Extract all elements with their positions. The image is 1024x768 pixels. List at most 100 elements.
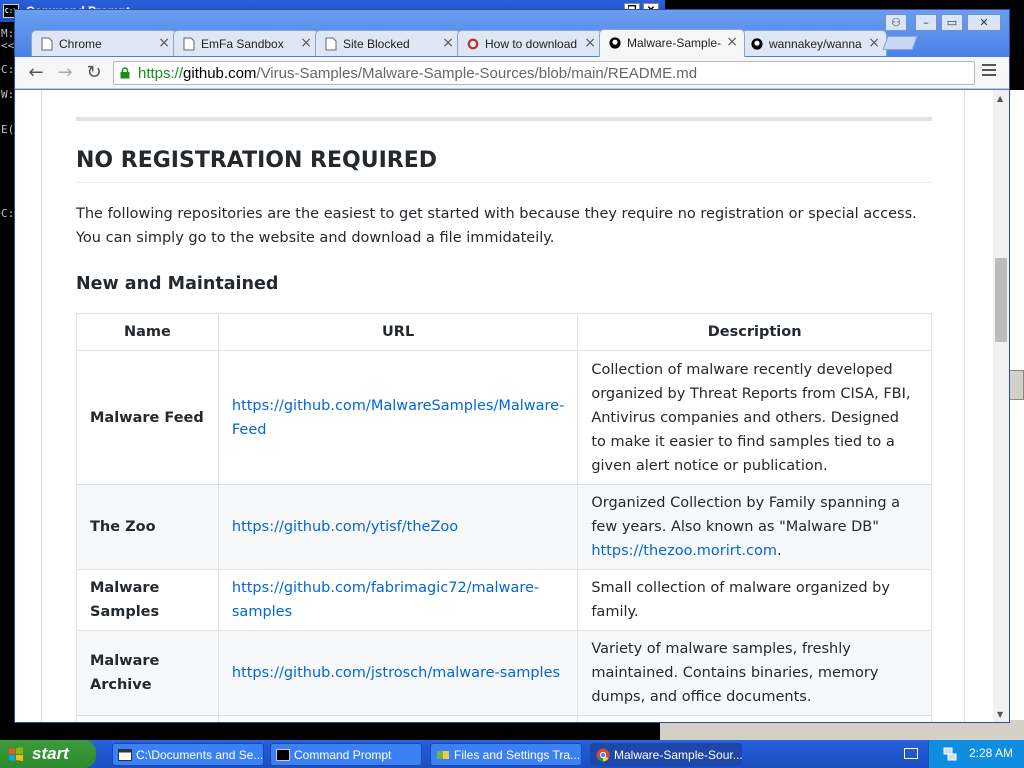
cmd-icon: [276, 749, 290, 761]
repo-url-cell: https://github.com/jstrosch/malware-samp…: [217, 630, 579, 716]
repo-link[interactable]: https://github.com/jstrosch/malware-samp…: [232, 665, 560, 681]
scrollbar-thumb[interactable]: [995, 258, 1007, 342]
windows-flag-icon: [9, 747, 23, 761]
tab-emfa-sandbox[interactable]: EmFa Sandbox ×: [173, 30, 319, 56]
background-window: [1008, 90, 1024, 740]
close-tab-icon[interactable]: ×: [584, 35, 596, 51]
lock-icon: [120, 67, 130, 79]
keyboard-icon[interactable]: [904, 748, 918, 759]
taskbar-item-cmd[interactable]: Command Prompt: [270, 743, 422, 766]
toolbar: ← → ↻ https://github.com/Virus-Samples/M…: [15, 57, 1009, 89]
tab-site-blocked[interactable]: Site Blocked ×: [315, 30, 461, 56]
repo-description: Variety of malware samples, freshly main…: [577, 630, 932, 716]
github-icon: [609, 37, 621, 49]
background-window-scroll: [1008, 370, 1024, 400]
taskbar-item-label: C:\Documents and Se...: [136, 748, 264, 762]
start-button[interactable]: start: [0, 740, 96, 768]
subheading: New and Maintained: [76, 274, 279, 294]
clock: 2:28 AM: [969, 746, 1014, 760]
chrome-icon: [596, 748, 610, 762]
column-header: Description: [577, 313, 932, 351]
table-cell: [577, 715, 932, 722]
scroll-down-icon[interactable]: ▼: [997, 710, 1003, 719]
browser-window: ⚇ – ▭ ✕ Chrome × EmFa Sandbox × Site Blo…: [14, 9, 1010, 723]
tab-how-to-download[interactable]: How to download ×: [457, 30, 603, 56]
description-suffix: .: [777, 543, 782, 559]
table-row: The Zoo https://github.com/ytisf/theZoo …: [76, 484, 932, 570]
page-icon: [325, 37, 337, 51]
reload-icon[interactable]: ↻: [83, 62, 105, 84]
tab-strip: ⚇ – ▭ ✕ Chrome × EmFa Sandbox × Site Blo…: [15, 10, 1009, 58]
tab-label: How to download: [485, 37, 578, 51]
page-icon: [41, 37, 53, 51]
background-window-scrollbar: [660, 720, 1024, 740]
taskbar-item-label: Command Prompt: [294, 748, 392, 762]
scroll-up-icon[interactable]: ▲: [997, 94, 1003, 103]
menu-icon[interactable]: [982, 64, 996, 79]
cmd-line: C:: [1, 207, 15, 220]
table-header-row: Name URL Description: [76, 313, 932, 351]
repo-description-cell: Organized Collection by Family spanning …: [577, 484, 932, 570]
vertical-scrollbar[interactable]: ▲ ▼: [993, 90, 1009, 722]
taskbar: start C:\Documents and Se... Command Pro…: [0, 740, 1024, 768]
user-icon[interactable]: ⚇: [885, 14, 907, 31]
repo-link[interactable]: https://github.com/ytisf/theZoo: [232, 519, 458, 535]
column-header: URL: [217, 313, 579, 351]
cmd-line: W:: [1, 88, 15, 101]
repo-description: Organized Collection by Family spanning …: [591, 495, 901, 535]
maximize-icon[interactable]: ▭: [941, 14, 963, 31]
address-bar[interactable]: https://github.com/Virus-Samples/Malware…: [113, 61, 975, 85]
close-icon[interactable]: ✕: [967, 14, 1001, 31]
repo-link[interactable]: https://github.com/MalwareSamples/Malwar…: [232, 398, 564, 438]
back-icon[interactable]: ←: [25, 62, 47, 84]
repo-link[interactable]: https://github.com/fabrimagic72/malware-…: [232, 580, 539, 620]
repo-url-cell: https://github.com/ytisf/theZoo: [217, 484, 579, 570]
table-row: [76, 715, 932, 722]
cmd-line: C:: [1, 63, 15, 76]
close-tab-icon[interactable]: ×: [158, 35, 170, 51]
forward-icon[interactable]: →: [54, 62, 76, 84]
tab-wannakey[interactable]: wannakey/wanna ×: [741, 30, 887, 56]
url-scheme: https://: [138, 65, 184, 82]
description-link[interactable]: https://thezoo.morirt.com: [591, 543, 777, 559]
heading-rule: [76, 182, 932, 183]
close-tab-icon[interactable]: ×: [868, 35, 880, 51]
quora-icon: [467, 38, 479, 50]
section-heading: NO REGISTRATION REQUIRED: [76, 148, 438, 173]
close-tab-icon[interactable]: ×: [442, 35, 454, 51]
url-host: github.com: [183, 65, 257, 82]
url-path: /Virus-Samples/Malware-Sample-Sources/bl…: [256, 65, 698, 82]
table-row: Malware Archive https://github.com/jstro…: [76, 630, 932, 716]
system-tray: 2:28 AM: [928, 740, 1024, 768]
taskbar-item-explorer[interactable]: C:\Documents and Se...: [112, 743, 264, 766]
page-icon: [183, 37, 195, 51]
minimize-icon[interactable]: –: [915, 14, 937, 31]
table-cell: [76, 715, 219, 722]
repo-url-cell: https://github.com/fabrimagic72/malware-…: [217, 569, 579, 631]
tab-label: EmFa Sandbox: [201, 37, 284, 51]
network-icon[interactable]: [943, 747, 957, 761]
repo-name: The Zoo: [76, 484, 219, 570]
repo-name: Malware Feed: [76, 350, 219, 485]
github-icon: [751, 38, 763, 50]
tab-malware-sample-sources[interactable]: Malware-Sample-S ×: [599, 29, 745, 57]
explorer-window-icon: [118, 749, 132, 761]
horizontal-rule: [76, 117, 932, 121]
start-label: start: [32, 744, 69, 763]
column-header: Name: [76, 313, 219, 351]
new-tab-button[interactable]: [882, 36, 918, 50]
repositories-table: Name URL Description Malware Feed https:…: [76, 313, 932, 722]
transfer-wizard-icon: [437, 751, 449, 759]
tab-label: wannakey/wanna: [769, 37, 862, 51]
taskbar-item-label: Malware-Sample-Sour...: [614, 748, 743, 762]
table-row: Malware Samples https://github.com/fabri…: [76, 569, 932, 631]
table-row: Malware Feed https://github.com/MalwareS…: [76, 350, 932, 485]
tab-chrome[interactable]: Chrome ×: [31, 30, 177, 56]
close-tab-icon[interactable]: ×: [726, 34, 738, 50]
close-tab-icon[interactable]: ×: [300, 35, 312, 51]
tab-label: Chrome: [59, 37, 102, 51]
cmd-line: E(: [1, 123, 15, 136]
taskbar-item-transfer-wizard[interactable]: Files and Settings Tra...: [430, 743, 582, 766]
taskbar-item-chrome[interactable]: Malware-Sample-Sour...: [590, 743, 743, 766]
taskbar-item-label: Files and Settings Tra...: [454, 748, 581, 762]
